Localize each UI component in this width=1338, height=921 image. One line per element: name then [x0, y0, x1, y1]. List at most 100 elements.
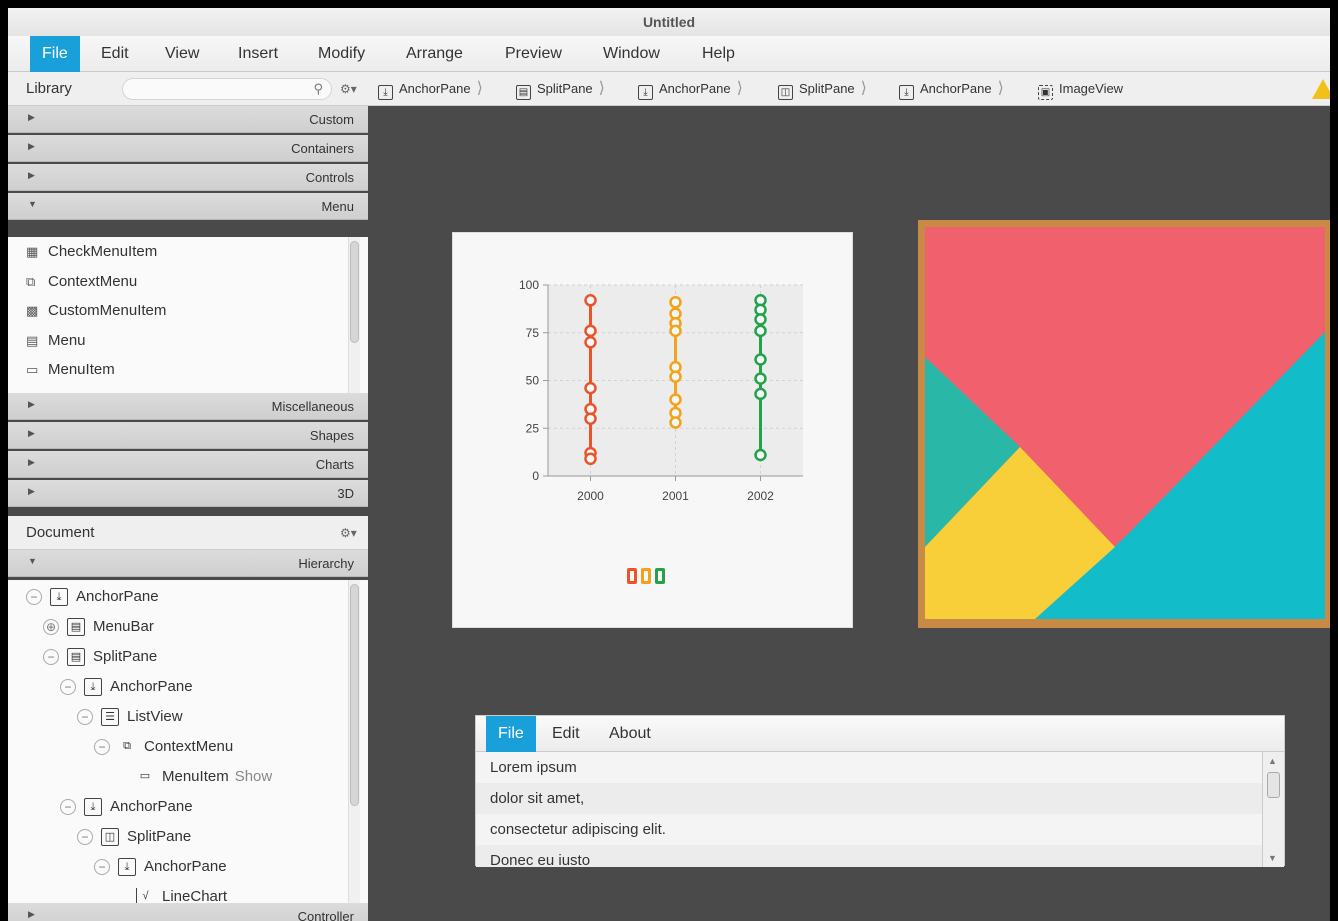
anchorpane-icon: ⤓ — [118, 858, 136, 877]
library-item-contextmenu[interactable]: ⧉ ContextMenu — [26, 267, 137, 297]
hierarchy-tree: − ⤓ AnchorPane ⊕ ▤ MenuBar − ▤ SplitPane − ⤓ Anc… — [8, 580, 368, 903]
y-tick-label: 0 — [532, 469, 539, 483]
tree-node[interactable]: − ◫ SplitPane — [77, 822, 191, 852]
preview-list-scrollbar[interactable]: ▲ ▼ — [1262, 752, 1284, 867]
menu-modify[interactable]: Modify — [306, 36, 377, 72]
collapsed-arrow-icon: ▶ — [28, 486, 35, 496]
library-item-checkmenuitem[interactable]: ▦ CheckMenuItem — [26, 237, 157, 267]
linechart-preview[interactable]: 0 25 50 75 100 2000 2001 2002 — [452, 232, 853, 628]
collapse-icon[interactable]: − — [77, 709, 93, 726]
data-point — [584, 294, 597, 307]
library-section-menu[interactable]: ▼ Menu — [8, 193, 368, 220]
tree-node[interactable]: ▭ MenuItem Show — [136, 762, 272, 792]
breadcrumb: ⤓ AnchorPane ⟩ ▤ SplitPane ⟩ ⤓ AnchorPane ⟩ ◫ S… — [368, 72, 1330, 106]
breadcrumb-item[interactable]: ◫ SplitPane ⟩ — [778, 72, 867, 106]
imageview-preview[interactable] — [918, 220, 1330, 628]
menu-edit[interactable]: Edit — [89, 36, 141, 72]
collapse-icon[interactable]: − — [94, 739, 110, 756]
tree-node[interactable]: ⊕ ▤ MenuBar — [43, 612, 154, 642]
anchorpane-icon: ⤓ — [84, 678, 102, 697]
anchorpane-icon: ⤓ — [50, 588, 68, 607]
list-item[interactable]: Donec eu iusto — [476, 845, 1262, 867]
menu-insert[interactable]: Insert — [226, 36, 290, 72]
breadcrumb-item[interactable]: ▤ SplitPane ⟩ — [516, 72, 605, 106]
preview-menu-file[interactable]: File — [486, 716, 536, 752]
preview-listview[interactable]: Lorem ipsum dolor sit amet, consectetur … — [476, 752, 1262, 867]
menu-view[interactable]: View — [153, 36, 211, 72]
library-section-miscellaneous[interactable]: ▶ Miscellaneous — [8, 393, 368, 420]
menu-file[interactable]: File — [30, 36, 80, 72]
collapse-icon[interactable]: − — [77, 829, 93, 846]
library-search-input[interactable]: ⚲ — [122, 78, 332, 100]
anchorpane-icon: ⤓ — [378, 85, 393, 100]
library-section-shapes[interactable]: ▶ Shapes — [8, 422, 368, 449]
library-section-custom[interactable]: ▶ Custom — [8, 106, 368, 133]
data-point — [584, 324, 597, 338]
data-point — [584, 336, 597, 349]
library-item-menu[interactable]: ▤ Menu — [26, 326, 86, 356]
menu-help[interactable]: Help — [690, 36, 747, 72]
library-list-scrollbar[interactable] — [348, 237, 360, 393]
anchorpane-icon: ⤓ — [84, 798, 102, 817]
list-item[interactable]: Lorem ipsum — [476, 752, 1262, 783]
list-item[interactable]: consectetur adipiscing elit. — [476, 814, 1262, 845]
library-section-charts[interactable]: ▶ Charts — [8, 451, 368, 478]
collapse-icon[interactable]: − — [94, 859, 110, 876]
image — [925, 227, 1325, 619]
data-point — [754, 387, 767, 401]
hierarchy-scrollbar[interactable] — [348, 580, 360, 903]
tree-node[interactable]: − ☰ ListView — [77, 702, 183, 732]
scroll-up-icon[interactable]: ▲ — [1268, 756, 1277, 766]
document-title: Document — [26, 524, 95, 541]
data-point — [669, 324, 682, 338]
search-icon: ⚲ — [313, 81, 323, 96]
breadcrumb-item[interactable]: ⤓ AnchorPane ⟩ — [378, 72, 483, 106]
y-tick-label: 50 — [526, 374, 540, 388]
breadcrumb-item[interactable]: ⤓ AnchorPane ⟩ — [899, 72, 1004, 106]
expand-icon[interactable]: ⊕ — [43, 619, 59, 636]
collapsed-arrow-icon: ▶ — [28, 909, 35, 919]
scrollbar-thumb[interactable] — [350, 584, 359, 806]
data-point — [669, 416, 682, 429]
document-section-controller[interactable]: ▶ Controller — [8, 903, 368, 921]
library-section-3d[interactable]: ▶ 3D — [8, 480, 368, 507]
splitpane-horizontal-icon: ▤ — [67, 648, 85, 667]
scrollbar-thumb[interactable] — [1267, 772, 1280, 798]
preview-menu-edit[interactable]: Edit — [540, 716, 592, 752]
splitpane-vertical-icon: ◫ — [101, 828, 119, 847]
library-item-menuitem[interactable]: ▭ MenuItem — [26, 355, 115, 385]
design-canvas[interactable]: 0 25 50 75 100 2000 2001 2002 File Edit About — [368, 106, 1330, 921]
legend-symbol — [655, 568, 665, 584]
library-item-custommenuitem[interactable]: ▩ CustomMenuItem — [26, 296, 166, 326]
document-section-hierarchy[interactable]: ▼ Hierarchy — [8, 550, 368, 577]
library-title: Library — [26, 80, 72, 97]
tree-node[interactable]: √ LineChart — [136, 882, 227, 903]
tree-node[interactable]: − ▤ SplitPane — [43, 642, 157, 672]
collapsed-arrow-icon: ▶ — [28, 141, 35, 151]
scrollbar-thumb[interactable] — [350, 241, 359, 343]
preview-menu-about[interactable]: About — [597, 716, 663, 752]
menu-window[interactable]: Window — [591, 36, 672, 72]
library-settings-icon[interactable]: ⚙▾ — [340, 82, 357, 96]
context-menu-icon: ⧉ — [123, 740, 131, 753]
breadcrumb-item[interactable]: ⤓ AnchorPane ⟩ — [638, 72, 743, 106]
tree-node[interactable]: − ⤓ AnchorPane — [60, 672, 193, 702]
collapse-icon[interactable]: − — [26, 589, 42, 606]
menu-preview[interactable]: Preview — [493, 36, 574, 72]
collapse-icon[interactable]: − — [60, 679, 76, 696]
scroll-down-icon[interactable]: ▼ — [1268, 853, 1277, 863]
library-section-controls[interactable]: ▶ Controls — [8, 164, 368, 191]
tree-node[interactable]: − ⤓ AnchorPane — [26, 582, 159, 612]
warning-icon[interactable] — [1312, 79, 1330, 99]
menu-arrange[interactable]: Arrange — [394, 36, 475, 72]
breadcrumb-item[interactable]: ▣ ImageView — [1038, 72, 1123, 106]
tree-node[interactable]: − ⤓ AnchorPane — [60, 792, 193, 822]
document-settings-icon[interactable]: ⚙▾ — [340, 526, 357, 540]
tree-node[interactable]: − ⤓ AnchorPane — [94, 852, 227, 882]
list-item[interactable]: dolor sit amet, — [476, 783, 1262, 814]
anchorpane-icon: ⤓ — [638, 85, 653, 100]
tree-node[interactable]: − ⧉ ContextMenu — [94, 732, 233, 762]
collapse-icon[interactable]: − — [60, 799, 76, 816]
collapse-icon[interactable]: − — [43, 649, 59, 666]
library-section-containers[interactable]: ▶ Containers — [8, 135, 368, 162]
